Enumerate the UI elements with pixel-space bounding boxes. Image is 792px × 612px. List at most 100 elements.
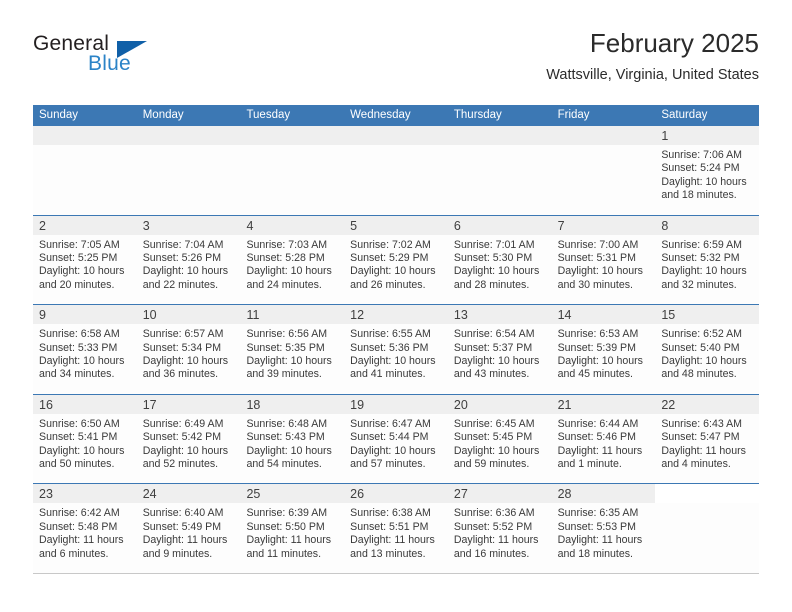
day-cell[interactable]: 1 Sunrise: 7:06 AM Sunset: 5:24 PM Daylight… bbox=[655, 126, 760, 215]
sunset-text: Sunset: 5:43 PM bbox=[246, 431, 325, 444]
sunrise-text: Sunrise: 6:45 AM bbox=[453, 417, 535, 430]
day-cell[interactable]: 22 Sunrise: 6:43 AM Sunset: 5:47 PM Dayligh… bbox=[655, 394, 760, 484]
day-cell[interactable]: 27 Sunrise: 6:36 AM Sunset: 5:52 PM Dayligh… bbox=[447, 484, 552, 573]
day-cell[interactable]: 2 Sunrise: 7:05 AM Sunset: 5:25 PM Daylight… bbox=[33, 215, 137, 305]
daylight-text: Daylight: 10 hours bbox=[142, 265, 229, 278]
weekday-header-wednesday: Wednesday bbox=[350, 109, 411, 121]
day-cell[interactable]: 20 Sunrise: 6:45 AM Sunset: 5:45 PM Dayligh… bbox=[447, 394, 552, 484]
day-cell[interactable]: 14 Sunrise: 6:53 AM Sunset: 5:39 PM Dayligh… bbox=[551, 305, 656, 394]
day-cell[interactable] bbox=[33, 126, 137, 215]
day-cell[interactable]: 16 Sunrise: 6:50 AM Sunset: 5:41 PM Dayligh… bbox=[33, 394, 137, 484]
sunrise-text: Sunrise: 7:01 AM bbox=[453, 238, 535, 251]
sunrise-text: Sunrise: 6:54 AM bbox=[453, 328, 535, 341]
calendar-week-row: 16 Sunrise: 6:50 AM Sunset: 5:41 PM Dayligh… bbox=[33, 393, 760, 484]
sunset-text: Sunset: 5:30 PM bbox=[453, 252, 533, 264]
sunrise-text: Sunrise: 6:35 AM bbox=[557, 507, 639, 520]
day-cell[interactable]: 5 Sunrise: 7:02 AM Sunset: 5:29 PM Daylight… bbox=[344, 215, 448, 305]
daylight-text: Daylight: 11 hours bbox=[557, 534, 643, 547]
day-cell[interactable]: 7 Sunrise: 7:00 AM Sunset: 5:31 PM Daylight… bbox=[551, 215, 656, 305]
daylight-text-cont: and 13 minutes. bbox=[350, 547, 426, 560]
daylight-text-cont: and 54 minutes. bbox=[246, 458, 322, 470]
sunrise-text: Sunrise: 6:36 AM bbox=[453, 507, 535, 520]
day-cell[interactable] bbox=[551, 126, 656, 215]
sunset-text: Sunset: 5:46 PM bbox=[557, 431, 636, 444]
day-cell[interactable]: 26 Sunrise: 6:38 AM Sunset: 5:51 PM Dayligh… bbox=[344, 484, 448, 573]
sunset-text: Sunset: 5:42 PM bbox=[142, 431, 222, 444]
day-cell[interactable]: 23 Sunrise: 6:42 AM Sunset: 5:48 PM Dayligh… bbox=[33, 484, 137, 573]
day-cell[interactable]: 11 Sunrise: 6:56 AM Sunset: 5:35 PM Dayligh… bbox=[240, 305, 345, 394]
day-cell[interactable]: 24 Sunrise: 6:40 AM Sunset: 5:49 PM Dayligh… bbox=[136, 484, 241, 573]
sunset-text: Sunset: 5:40 PM bbox=[661, 341, 740, 354]
day-number: 16 bbox=[39, 397, 53, 412]
day-number: 24 bbox=[142, 487, 157, 502]
day-number: 20 bbox=[453, 397, 468, 412]
day-cell[interactable]: 13 Sunrise: 6:54 AM Sunset: 5:37 PM Dayligh… bbox=[447, 305, 552, 394]
daylight-text: Daylight: 11 hours bbox=[350, 534, 435, 547]
sunrise-text: Sunrise: 6:49 AM bbox=[142, 417, 224, 430]
daylight-text-cont: and 18 minutes. bbox=[557, 547, 633, 560]
sunset-text: Sunset: 5:31 PM bbox=[557, 252, 636, 264]
daylight-text: Daylight: 10 hours bbox=[453, 265, 540, 278]
day-cell[interactable]: 6 Sunrise: 7:01 AM Sunset: 5:30 PM Daylight… bbox=[447, 215, 552, 305]
sunrise-text: Sunrise: 6:53 AM bbox=[557, 328, 639, 341]
day-cell[interactable] bbox=[136, 126, 241, 215]
sunrise-text: Sunrise: 6:56 AM bbox=[246, 328, 328, 341]
daylight-text: Daylight: 10 hours bbox=[557, 355, 643, 367]
daylight-text: Daylight: 10 hours bbox=[142, 355, 229, 367]
calendar-week-row: 2 Sunrise: 7:05 AM Sunset: 5:25 PM Daylight… bbox=[33, 214, 760, 305]
daylight-text-cont: and 32 minutes. bbox=[661, 278, 737, 291]
sunrise-text: Sunrise: 6:39 AM bbox=[246, 507, 328, 520]
day-cell[interactable]: 3 Sunrise: 7:04 AM Sunset: 5:26 PM Daylight… bbox=[136, 215, 241, 305]
day-cell[interactable]: 18 Sunrise: 6:48 AM Sunset: 5:43 PM Dayligh… bbox=[240, 394, 345, 484]
sunset-text: Sunset: 5:28 PM bbox=[246, 252, 325, 264]
sunset-text: Sunset: 5:34 PM bbox=[142, 341, 222, 354]
daylight-text-cont: and 28 minutes. bbox=[453, 278, 530, 291]
daylight-text-cont: and 59 minutes. bbox=[453, 458, 530, 470]
daylight-text-cont: and 30 minutes. bbox=[557, 278, 633, 291]
general-blue-logo[interactable]: General Blue bbox=[33, 32, 233, 88]
daylight-text: Daylight: 11 hours bbox=[142, 534, 228, 547]
day-cell[interactable]: 28 Sunrise: 6:35 AM Sunset: 5:53 PM Dayligh… bbox=[551, 484, 656, 573]
sunset-text: Sunset: 5:39 PM bbox=[557, 341, 636, 354]
day-number: 3 bbox=[142, 218, 150, 233]
daylight-text: Daylight: 10 hours bbox=[661, 265, 747, 278]
daylight-text: Daylight: 11 hours bbox=[557, 444, 643, 457]
day-cell[interactable]: 25 Sunrise: 6:39 AM Sunset: 5:50 PM Dayligh… bbox=[240, 484, 345, 573]
day-cell[interactable]: 9 Sunrise: 6:58 AM Sunset: 5:33 PM Daylight… bbox=[33, 305, 137, 394]
day-cell[interactable]: 17 Sunrise: 6:49 AM Sunset: 5:42 PM Dayligh… bbox=[136, 394, 241, 484]
sunset-text: Sunset: 5:48 PM bbox=[39, 520, 118, 533]
sunrise-text: Sunrise: 6:50 AM bbox=[39, 417, 120, 430]
sunset-text: Sunset: 5:44 PM bbox=[350, 431, 429, 444]
daylight-text-cont: and 6 minutes. bbox=[39, 547, 109, 560]
day-number: 4 bbox=[246, 218, 254, 233]
day-number: 11 bbox=[246, 308, 260, 323]
day-cell[interactable]: 15 Sunrise: 6:52 AM Sunset: 5:40 PM Dayligh… bbox=[655, 305, 760, 394]
sunset-text: Sunset: 5:29 PM bbox=[350, 252, 429, 264]
day-cell[interactable]: 8 Sunrise: 6:59 AM Sunset: 5:32 PM Daylight… bbox=[655, 215, 760, 305]
sunset-text: Sunset: 5:25 PM bbox=[39, 252, 118, 264]
day-cell[interactable]: 10 Sunrise: 6:57 AM Sunset: 5:34 PM Dayligh… bbox=[136, 305, 241, 394]
daylight-text: Daylight: 10 hours bbox=[661, 175, 747, 188]
daylight-text-cont: and 50 minutes. bbox=[39, 458, 115, 470]
daylight-text-cont: and 41 minutes. bbox=[350, 368, 426, 381]
daylight-text-cont: and 39 minutes. bbox=[246, 368, 322, 381]
day-number: 27 bbox=[453, 487, 468, 502]
day-cell[interactable]: 4 Sunrise: 7:03 AM Sunset: 5:28 PM Daylight… bbox=[240, 215, 345, 305]
sunset-text: Sunset: 5:51 PM bbox=[350, 520, 429, 533]
day-cell[interactable] bbox=[240, 126, 345, 215]
daylight-text: Daylight: 10 hours bbox=[39, 355, 125, 367]
day-cell[interactable]: 21 Sunrise: 6:44 AM Sunset: 5:46 PM Dayligh… bbox=[551, 394, 656, 484]
day-cell[interactable] bbox=[655, 484, 760, 573]
weekday-header-sunday: Sunday bbox=[39, 109, 79, 121]
daylight-text: Daylight: 10 hours bbox=[350, 355, 436, 367]
day-cell[interactable]: 19 Sunrise: 6:47 AM Sunset: 5:44 PM Dayligh… bbox=[344, 394, 448, 484]
daylight-text-cont: and 9 minutes. bbox=[142, 547, 213, 560]
day-number: 15 bbox=[661, 308, 676, 323]
page-header: General Blue February 2025 Wattsville, V… bbox=[33, 28, 759, 98]
daylight-text-cont: and 48 minutes. bbox=[661, 368, 737, 381]
day-cell[interactable] bbox=[344, 126, 448, 215]
daylight-text: Daylight: 11 hours bbox=[246, 534, 332, 547]
day-cell[interactable] bbox=[447, 126, 552, 215]
calendar-page: General Blue February 2025 Wattsville, V… bbox=[0, 0, 792, 612]
day-cell[interactable]: 12 Sunrise: 6:55 AM Sunset: 5:36 PM Dayligh… bbox=[344, 305, 448, 394]
